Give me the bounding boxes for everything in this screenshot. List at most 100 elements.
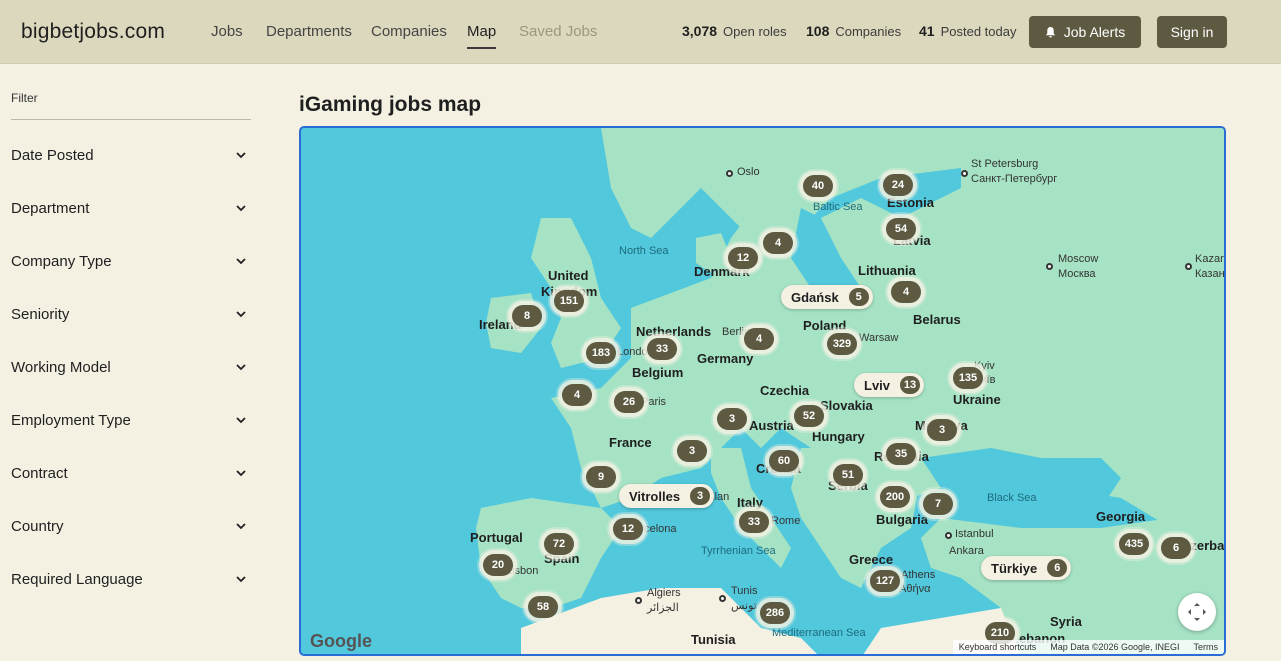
job-cluster-marker[interactable]: 200 [880,486,910,508]
job-cluster-marker[interactable]: 3 [677,440,707,462]
job-cluster-marker[interactable]: 26 [614,391,644,413]
city-marker [719,595,726,602]
city-pill-count: 5 [848,288,869,306]
label-italy: Italy [737,495,764,510]
job-cluster-marker[interactable]: 24 [883,174,913,196]
job-cluster-marker[interactable]: 286 [760,602,790,624]
facet-country[interactable]: Country [11,518,251,542]
label-tunis-ar: تونس [731,600,757,612]
keyboard-shortcuts-link[interactable]: Keyboard shortcuts [959,642,1037,652]
stat-companies-value: 108 [806,23,830,39]
label-austria: Austria [749,418,794,433]
job-cluster-marker[interactable]: 33 [647,338,677,360]
job-alerts-button[interactable]: Job Alerts [1029,16,1141,48]
chevron-down-icon [236,470,246,477]
nav-departments[interactable]: Departments [266,23,352,40]
job-cluster-marker[interactable]: 20 [483,554,513,576]
job-cluster-marker[interactable]: 33 [739,511,769,533]
job-cluster-marker[interactable]: 4 [763,232,793,254]
job-cluster-marker[interactable]: 8 [512,305,542,327]
city-pill-lviv[interactable]: Lviv 13 [854,373,925,397]
label-rome: Rome [771,515,801,527]
label-france: France [609,435,652,450]
stat-open-roles-value: 3,078 [682,23,718,39]
job-cluster-marker[interactable]: 183 [586,342,616,364]
facet-department[interactable]: Department [11,200,251,224]
job-cluster-marker[interactable]: 329 [827,333,857,355]
job-cluster-marker[interactable]: 12 [613,518,643,540]
chevron-down-icon [236,576,246,583]
job-cluster-marker[interactable]: 35 [886,443,916,465]
facet-label: Working Model [11,359,111,376]
city-marker [945,532,952,539]
facet-working-model[interactable]: Working Model [11,359,251,383]
stat-companies: 108 Companies [806,23,901,39]
label-warsaw: Warsaw [859,332,899,344]
job-cluster-marker[interactable]: 51 [833,464,863,486]
filter-sidebar: Filter Date Posted Department Company Ty… [0,65,262,661]
job-cluster-marker[interactable]: 4 [891,281,921,303]
label-georgia: Georgia [1096,509,1146,524]
job-cluster-marker[interactable]: 52 [794,405,824,427]
job-cluster-marker[interactable]: 12 [728,247,758,269]
facet-employment-type[interactable]: Employment Type [11,412,251,436]
job-cluster-marker[interactable]: 4 [744,328,774,350]
job-cluster-marker[interactable]: 58 [528,596,558,618]
job-cluster-marker[interactable]: 127 [870,570,900,592]
label-baltic-sea: Baltic Sea [813,201,863,213]
site-logo[interactable]: bigbetjobs.com [21,20,165,44]
label-algiers: Algiers [647,587,681,599]
page-title: iGaming jobs map [299,93,482,116]
job-cluster-marker[interactable]: 60 [769,450,799,472]
job-cluster-marker[interactable]: 7 [923,493,953,515]
city-marker [1185,263,1192,270]
facet-required-language[interactable]: Required Language [11,571,251,595]
stat-companies-label: Companies [835,24,902,39]
label-czechia: Czechia [760,383,810,398]
facet-contract[interactable]: Contract [11,465,251,489]
job-cluster-marker[interactable]: 151 [554,290,584,312]
job-cluster-marker[interactable]: 3 [927,419,957,441]
nav-jobs[interactable]: Jobs [211,23,243,40]
chevron-down-icon [236,205,246,212]
job-cluster-marker[interactable]: 40 [803,175,833,197]
job-cluster-marker[interactable]: 3 [717,408,747,430]
job-alerts-label: Job Alerts [1063,24,1126,40]
facet-date-posted[interactable]: Date Posted [11,147,251,171]
job-cluster-marker[interactable]: 9 [586,466,616,488]
job-cluster-marker[interactable]: 72 [544,533,574,555]
job-cluster-marker[interactable]: 435 [1119,533,1149,555]
city-pill-vitrolles[interactable]: Vitrolles 3 [619,484,715,508]
city-marker [961,170,968,177]
label-st-petersburg: St Petersburg [971,158,1039,170]
chevron-down-icon [236,523,246,530]
facet-company-type[interactable]: Company Type [11,253,251,277]
job-cluster-marker[interactable]: 135 [953,367,983,389]
label-bulgaria: Bulgaria [876,512,929,527]
city-pill-name: Türkiye [991,560,1038,576]
jobs-map[interactable]: Oslo St Petersburg Санкт-Петербург Balti… [299,126,1226,656]
label-ukraine: Ukraine [953,392,1001,407]
city-pill-turkiye[interactable]: Türkiye 6 [981,556,1072,580]
job-cluster-marker[interactable]: 6 [1161,537,1191,559]
sign-in-button[interactable]: Sign in [1157,16,1227,48]
stat-posted-today-value: 41 [919,23,935,39]
label-st-petersburg-ru: Санкт-Петербург [971,173,1058,185]
label-tunisia: Tunisia [691,632,736,647]
nav-companies[interactable]: Companies [371,23,447,40]
chevron-down-icon [236,364,246,371]
city-pill-gdansk[interactable]: Gdańsk 5 [781,285,873,309]
fullscreen-button[interactable] [1178,593,1216,631]
nav-saved-jobs[interactable]: Saved Jobs [519,23,597,40]
label-lithuania: Lithuania [858,263,916,278]
terms-link[interactable]: Terms [1194,642,1219,652]
facet-label: Date Posted [11,147,94,164]
job-cluster-marker[interactable]: 4 [562,384,592,406]
job-cluster-marker[interactable]: 54 [886,218,916,240]
facet-seniority[interactable]: Seniority [11,306,251,330]
label-north-sea: North Sea [619,245,669,257]
fullscreen-icon [1188,603,1206,621]
filter-heading: Filter [11,91,38,105]
label-greece: Greece [849,552,894,567]
nav-map[interactable]: Map [467,23,497,49]
